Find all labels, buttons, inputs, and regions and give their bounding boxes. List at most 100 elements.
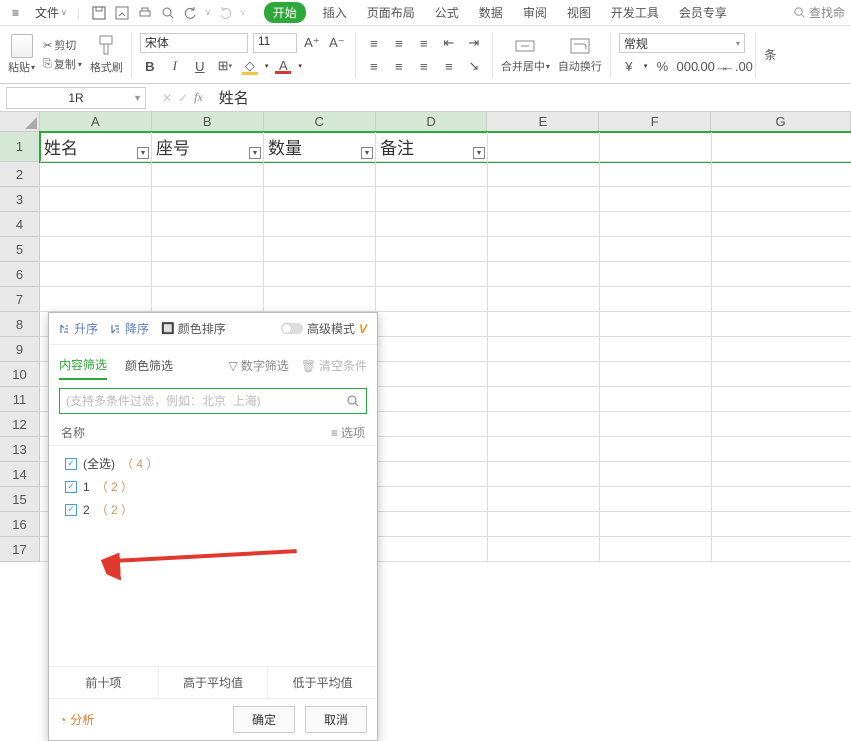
cell[interactable] (712, 487, 851, 512)
font-size-select[interactable]: 11 (253, 33, 297, 53)
cell[interactable] (600, 187, 712, 212)
percent-button[interactable]: % (652, 56, 672, 76)
increase-indent-icon[interactable]: ⇥ (464, 33, 484, 53)
cell[interactable] (264, 287, 376, 312)
filter-search[interactable] (59, 388, 367, 414)
row-header[interactable]: 4 (0, 212, 40, 237)
chevron-down-icon[interactable]: ▾ (298, 62, 302, 70)
sort-desc-button[interactable]: 降序 (110, 320, 149, 337)
chevron-down-icon[interactable]: ▾ (644, 62, 648, 70)
number-filter-button[interactable]: ▽数字筛选 (229, 357, 289, 374)
row-header[interactable]: 13 (0, 437, 40, 462)
cell[interactable] (488, 412, 600, 437)
col-header-F[interactable]: F (599, 112, 711, 132)
cell[interactable] (376, 462, 488, 487)
cell[interactable] (376, 387, 488, 412)
bold-button[interactable]: B (140, 56, 160, 76)
cell[interactable] (712, 262, 851, 287)
content-filter-tab[interactable]: 内容筛选 (59, 351, 107, 380)
cell[interactable] (40, 162, 152, 187)
cell[interactable] (712, 437, 851, 462)
increase-font-icon[interactable]: A⁺ (302, 33, 322, 53)
tab-data[interactable]: 数据 (476, 2, 506, 23)
cell[interactable] (264, 187, 376, 212)
advanced-mode-toggle[interactable]: 高级模式 V (281, 320, 367, 337)
sort-asc-button[interactable]: 升序 (59, 320, 98, 337)
filter-item[interactable]: ✓(全选)（ 4 ） (61, 452, 365, 475)
cell[interactable] (488, 262, 600, 287)
cell[interactable] (600, 512, 712, 537)
number-format-select[interactable]: 常规▾ (619, 33, 745, 53)
ok-button[interactable]: 确定 (233, 706, 295, 733)
cell[interactable] (40, 187, 152, 212)
cell[interactable] (40, 262, 152, 287)
orientation-icon[interactable]: ↘ (464, 56, 484, 76)
select-all-corner[interactable] (0, 112, 40, 132)
tab-insert[interactable]: 插入 (320, 2, 350, 23)
row-header[interactable]: 2 (0, 162, 40, 187)
cell[interactable] (600, 237, 712, 262)
cell[interactable] (712, 132, 851, 162)
cell[interactable] (712, 312, 851, 337)
row-header[interactable]: 17 (0, 537, 40, 562)
filter-search-input[interactable] (66, 394, 346, 408)
name-box[interactable]: 1R ▼ (6, 87, 146, 109)
print-icon[interactable] (136, 4, 153, 21)
cell[interactable] (488, 487, 600, 512)
cut-button[interactable]: ✂剪切 (43, 37, 82, 53)
row-header[interactable]: 11 (0, 387, 40, 412)
cell[interactable] (712, 287, 851, 312)
paste-button[interactable]: 粘贴▾ (8, 34, 35, 75)
col-header-G[interactable]: G (711, 112, 851, 132)
cell[interactable] (376, 212, 488, 237)
align-left-icon[interactable]: ≡ (364, 56, 384, 76)
cell[interactable] (40, 287, 152, 312)
cell[interactable] (488, 187, 600, 212)
confirm-edit-icon[interactable]: ✓ (178, 91, 188, 105)
copy-button[interactable]: ⎘复制▾ (43, 56, 82, 72)
row-header[interactable]: 15 (0, 487, 40, 512)
tab-formula[interactable]: 公式 (432, 2, 462, 23)
cell[interactable] (488, 462, 600, 487)
cell[interactable] (376, 512, 488, 537)
cell[interactable] (712, 512, 851, 537)
cell[interactable] (712, 212, 851, 237)
decrease-font-icon[interactable]: A⁻ (327, 33, 347, 53)
cell[interactable] (712, 387, 851, 412)
row-header[interactable]: 14 (0, 462, 40, 487)
options-button[interactable]: ≡选项 (331, 424, 365, 441)
tab-membership[interactable]: 会员专享 (676, 2, 730, 23)
cell[interactable] (488, 212, 600, 237)
currency-button[interactable]: ¥ (619, 56, 639, 76)
row-header[interactable]: 5 (0, 237, 40, 262)
underline-button[interactable]: U (190, 56, 210, 76)
col-header-D[interactable]: D (376, 112, 488, 132)
tab-view[interactable]: 视图 (564, 2, 594, 23)
tab-start[interactable]: 开始 (264, 2, 306, 23)
cell[interactable] (376, 412, 488, 437)
cell[interactable]: 数量▼ (264, 132, 376, 162)
row-header[interactable]: 6 (0, 262, 40, 287)
cell[interactable] (152, 262, 264, 287)
comma-button[interactable]: 000 (677, 56, 697, 76)
row-header[interactable]: 3 (0, 187, 40, 212)
cell[interactable] (376, 312, 488, 337)
analyze-button[interactable]: ◔分析 (59, 711, 94, 728)
cell[interactable] (600, 262, 712, 287)
cell[interactable] (488, 287, 600, 312)
app-menu-icon[interactable]: ≡ (6, 4, 25, 22)
filter-dropdown-icon[interactable]: ▼ (249, 147, 261, 159)
cell[interactable] (600, 437, 712, 462)
justify-icon[interactable]: ≡ (439, 56, 459, 76)
filter-item[interactable]: ✓1（ 2 ） (61, 475, 365, 498)
cell[interactable] (600, 312, 712, 337)
save-as-icon[interactable] (113, 4, 130, 21)
cell[interactable] (376, 537, 488, 562)
cell[interactable]: 座号▼ (152, 132, 264, 162)
cell[interactable] (600, 337, 712, 362)
cell[interactable] (600, 212, 712, 237)
undo-icon[interactable] (182, 4, 199, 21)
col-header-A[interactable]: A (40, 112, 152, 132)
merge-center-button[interactable]: 合并居中▾ (501, 35, 550, 74)
cell[interactable] (488, 437, 600, 462)
